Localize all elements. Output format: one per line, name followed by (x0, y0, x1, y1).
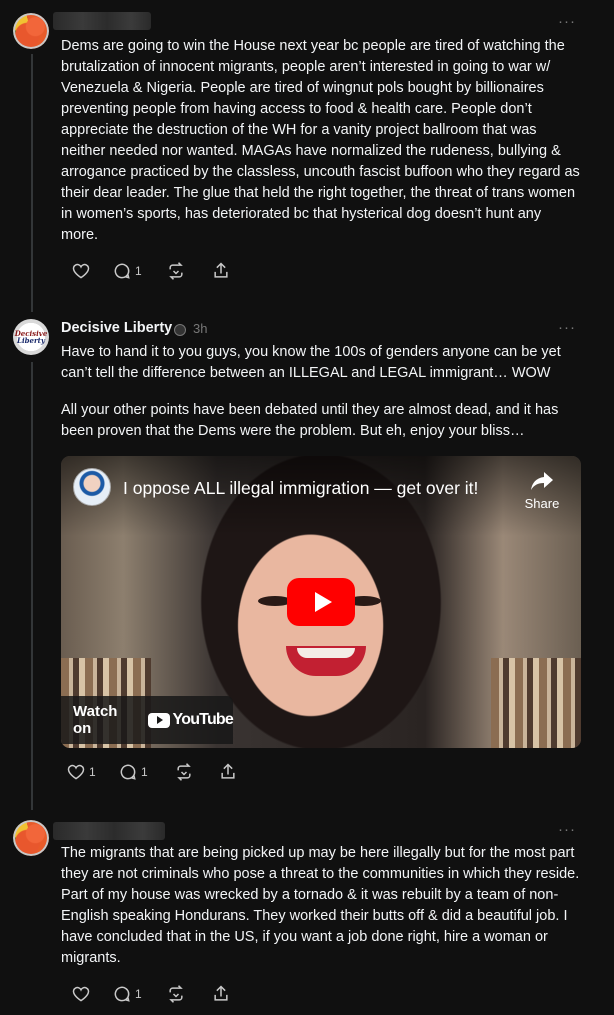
post-text: All your other points have been debated … (61, 402, 559, 439)
share-icon (214, 262, 228, 278)
author-name-redacted[interactable] (53, 822, 165, 840)
watch-on-label: Watch on (73, 703, 118, 737)
comment-icon (114, 986, 130, 1002)
share-arrow-icon (531, 472, 553, 490)
video-share-label: Share (524, 496, 560, 511)
author-name[interactable]: Decisive Liberty (61, 320, 172, 336)
repost-button[interactable] (166, 983, 186, 1005)
heart-icon (72, 986, 90, 1002)
reply-count: 1 (135, 264, 142, 278)
play-icon[interactable] (287, 578, 355, 626)
youtube-logo-icon: YouTube (147, 711, 234, 729)
like-button[interactable] (71, 260, 91, 282)
share-button[interactable] (211, 983, 231, 1005)
decisive-liberty-logo: Decisive Liberty (14, 329, 48, 345)
share-button[interactable] (218, 761, 238, 783)
youtube-embed[interactable]: I oppose ALL illegal immigration — get o… (61, 456, 581, 748)
comment-icon (120, 764, 136, 780)
thread-post: ··· The migrants that are being picked u… (0, 810, 614, 1015)
share-icon (214, 985, 228, 1001)
more-options-button[interactable]: ··· (558, 320, 576, 335)
video-share-button[interactable]: Share (519, 470, 565, 511)
avatar[interactable] (13, 13, 49, 49)
heart-icon (72, 263, 90, 279)
author-name-redacted[interactable] (53, 12, 151, 30)
channel-avatar[interactable] (73, 468, 111, 506)
thread-feed: ··· Dems are going to win the House next… (0, 0, 614, 1015)
post-text: Have to hand it to you guys, you know th… (61, 344, 561, 381)
repost-icon (177, 763, 191, 781)
youtube-play-box (147, 712, 170, 728)
heart-icon (67, 764, 85, 780)
reply-button[interactable]: 1 (112, 260, 142, 282)
like-count: 1 (89, 765, 96, 779)
share-button[interactable] (211, 260, 231, 282)
video-background-shelf (491, 658, 581, 748)
video-frame-detail (297, 648, 355, 658)
more-options-button[interactable]: ··· (558, 14, 576, 29)
like-button[interactable]: 1 (66, 761, 96, 783)
video-title[interactable]: I oppose ALL illegal immigration — get o… (123, 478, 478, 499)
thread-post: ··· Dems are going to win the House next… (0, 0, 614, 300)
like-button[interactable] (71, 983, 91, 1005)
reply-button[interactable]: 1 (112, 983, 142, 1005)
repost-button[interactable] (174, 761, 194, 783)
reply-count: 1 (141, 765, 148, 779)
share-icon (221, 763, 235, 779)
post-text: The migrants that are being picked up ma… (61, 845, 580, 966)
watch-on-youtube-button[interactable]: Watch on YouTube (61, 696, 234, 744)
post-text: Dems are going to win the House next yea… (61, 38, 580, 243)
avatar[interactable] (13, 820, 49, 856)
repost-icon (169, 985, 183, 1003)
verified-badge-icon (174, 324, 186, 336)
reply-button[interactable]: 1 (118, 761, 148, 783)
comment-icon (114, 263, 130, 279)
more-options-button[interactable]: ··· (558, 822, 576, 837)
repost-icon (169, 262, 183, 280)
reply-count: 1 (135, 987, 142, 1001)
repost-button[interactable] (166, 260, 186, 282)
avatar[interactable]: Decisive Liberty (13, 319, 49, 355)
youtube-wordmark: YouTube (172, 711, 234, 728)
post-timestamp[interactable]: 3h (193, 321, 207, 336)
